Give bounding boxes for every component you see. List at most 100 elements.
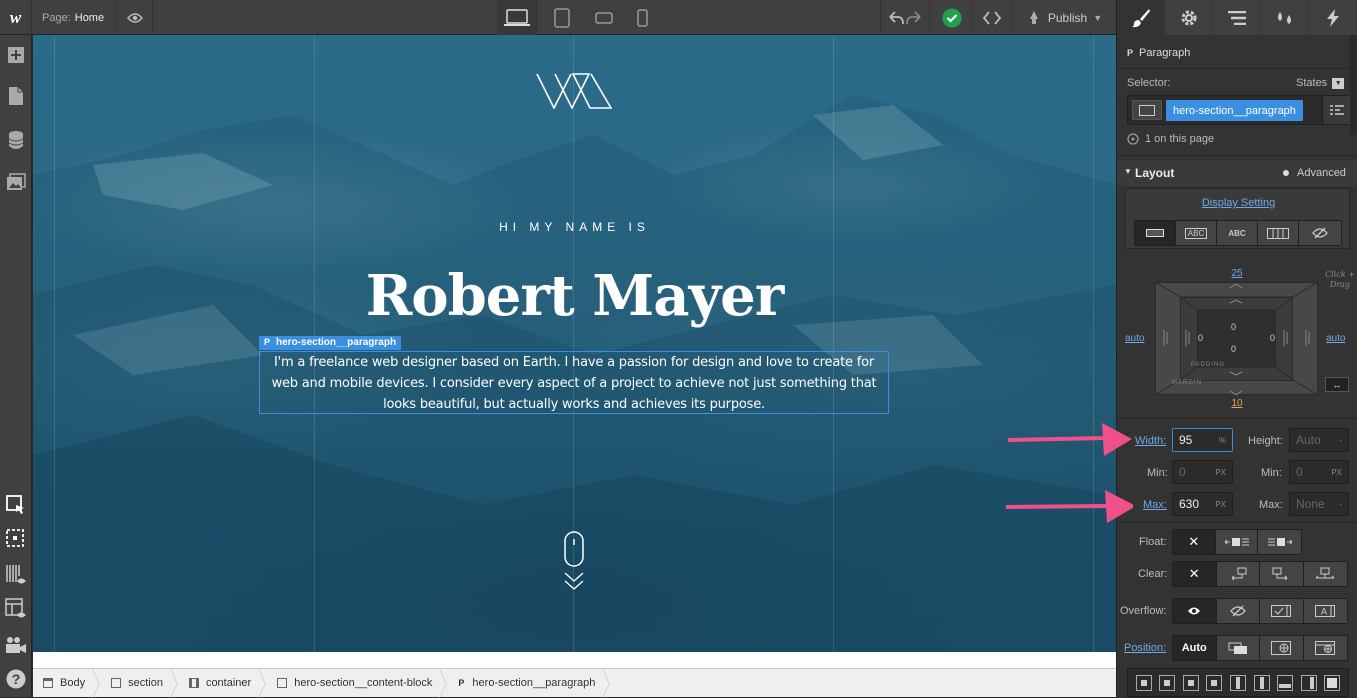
pages-button[interactable]: [0, 80, 32, 112]
margin-left-value[interactable]: auto: [1125, 333, 1144, 344]
hero-paragraph[interactable]: I'm a freelance web designer based on Ea…: [259, 351, 889, 414]
xray-button[interactable]: [0, 523, 32, 555]
float-left-option[interactable]: [1215, 530, 1259, 554]
display-inline-option[interactable]: ABC: [1217, 221, 1258, 245]
video-tutorials-button[interactable]: [0, 629, 32, 661]
position-label[interactable]: Position:: [1124, 642, 1166, 654]
layout-section-header[interactable]: ▼ Layout Advanced: [1117, 160, 1357, 186]
position-relative-option[interactable]: [1216, 636, 1260, 660]
preview-button[interactable]: [117, 0, 153, 35]
select-tool-button[interactable]: [0, 489, 32, 521]
webflow-logo-button[interactable]: w: [0, 0, 32, 35]
clear-both-option[interactable]: [1303, 562, 1347, 586]
assets-button[interactable]: [0, 166, 32, 198]
position-absolute-option[interactable]: [1260, 636, 1304, 660]
max-height-unit[interactable]: -: [1339, 500, 1342, 509]
design-canvas[interactable]: HI MY NAME IS Robert Mayer P hero-sectio…: [33, 35, 1116, 652]
breadcrumb-item-section[interactable]: section: [101, 668, 179, 698]
margin-right-value[interactable]: auto: [1326, 333, 1345, 344]
min-width-unit[interactable]: PX: [1215, 468, 1226, 477]
tab-navigator[interactable]: [1213, 0, 1261, 35]
tab-symbols[interactable]: [1261, 0, 1309, 35]
float-right-option[interactable]: [1258, 530, 1301, 554]
display-flex-option[interactable]: [1258, 221, 1299, 245]
anchor-full-icon[interactable]: [1324, 674, 1341, 691]
guides-toggle-button[interactable]: [0, 559, 32, 591]
anchor-top-icon[interactable]: [1159, 674, 1176, 691]
element-state-button[interactable]: [1132, 100, 1162, 120]
tab-style[interactable]: [1117, 0, 1165, 35]
tablet-view-button[interactable]: [542, 0, 582, 35]
undo-redo-buttons[interactable]: [880, 0, 930, 35]
max-height-input[interactable]: None -: [1289, 492, 1349, 516]
desktop-view-button[interactable]: [497, 0, 537, 35]
display-none-option[interactable]: [1299, 221, 1341, 245]
breadcrumb-item-paragraph[interactable]: P hero-section__paragraph: [448, 668, 612, 698]
page-selector[interactable]: Page: Home: [32, 0, 117, 35]
breadcrumb-item-container[interactable]: container: [179, 668, 268, 698]
anchor-center-column-icon[interactable]: [1253, 674, 1270, 691]
max-width-input[interactable]: 630 PX: [1172, 492, 1233, 516]
publish-status-button[interactable]: [932, 0, 972, 35]
min-height-unit[interactable]: PX: [1331, 468, 1342, 477]
padding-right-value[interactable]: 0: [1270, 333, 1275, 343]
mobile-landscape-button[interactable]: [584, 0, 624, 35]
overflow-scroll-option[interactable]: [1260, 599, 1304, 623]
display-setting-label[interactable]: Display Setting: [1126, 197, 1351, 209]
anchor-left-column-icon[interactable]: [1229, 674, 1246, 691]
anchor-top-left-icon[interactable]: [1135, 674, 1152, 691]
height-unit[interactable]: -: [1339, 436, 1342, 445]
clear-none-option[interactable]: ✕: [1173, 562, 1217, 586]
max-width-unit[interactable]: PX: [1215, 500, 1226, 509]
padding-top-value[interactable]: 0: [1231, 322, 1236, 332]
anchor-bottom-row-icon[interactable]: [1277, 674, 1294, 691]
help-button[interactable]: ?: [0, 663, 32, 695]
states-dropdown[interactable]: States ▼: [1296, 77, 1345, 89]
cms-button[interactable]: [0, 124, 32, 156]
add-element-button[interactable]: [0, 39, 32, 71]
display-block-option[interactable]: [1135, 221, 1176, 245]
tab-settings[interactable]: [1165, 0, 1213, 35]
anchor-right-column-icon[interactable]: [1300, 674, 1317, 691]
box-model-options-button[interactable]: ↔: [1325, 377, 1349, 392]
box-model-diagram[interactable]: [1155, 282, 1318, 395]
scroll-down-icon[interactable]: [563, 531, 585, 593]
margin-top-value[interactable]: 25: [1227, 268, 1247, 279]
margin-bottom-value[interactable]: 10: [1227, 398, 1247, 409]
advanced-label[interactable]: Advanced: [1297, 167, 1346, 179]
overflow-auto-option[interactable]: A: [1303, 599, 1347, 623]
selector-field[interactable]: hero-section__paragraph: [1127, 95, 1350, 125]
position-auto-option[interactable]: Auto: [1173, 636, 1217, 660]
width-unit[interactable]: %: [1219, 436, 1226, 445]
publish-button[interactable]: Publish ▼: [1012, 0, 1116, 35]
code-export-button[interactable]: [972, 0, 1012, 35]
position-fixed-option[interactable]: [1303, 636, 1347, 660]
overflow-hidden-option[interactable]: [1216, 599, 1260, 623]
panel-scrollbar[interactable]: [1350, 35, 1357, 135]
tab-interactions[interactable]: [1309, 0, 1357, 35]
min-height-input[interactable]: 0 PX: [1289, 460, 1349, 484]
hero-heading[interactable]: Robert Mayer: [33, 263, 1116, 329]
anchor-top-right-icon[interactable]: [1182, 674, 1199, 691]
padding-left-value[interactable]: 0: [1198, 333, 1203, 343]
breadcrumb-item-body[interactable]: Body: [33, 668, 102, 698]
padding-bottom-value[interactable]: 0: [1231, 344, 1236, 354]
selector-class-tag[interactable]: hero-section__paragraph: [1166, 100, 1303, 121]
hero-eyebrow[interactable]: HI MY NAME IS: [33, 220, 1116, 234]
anchor-right-icon[interactable]: [1206, 674, 1223, 691]
display-inline-block-option[interactable]: ABC: [1176, 221, 1217, 245]
selector-options-button[interactable]: [1322, 96, 1350, 124]
width-label[interactable]: Width:: [1135, 435, 1166, 447]
height-input[interactable]: Auto -: [1289, 428, 1349, 452]
overflow-visible-option[interactable]: [1173, 599, 1217, 623]
clear-left-option[interactable]: [1216, 562, 1260, 586]
breadcrumb-item-content-block[interactable]: hero-section__content-block: [267, 668, 449, 698]
mobile-portrait-button[interactable]: [624, 0, 660, 35]
advanced-toggle-dot-icon[interactable]: [1283, 170, 1289, 176]
min-width-input[interactable]: 0 PX: [1172, 460, 1233, 484]
width-input[interactable]: 95 %: [1172, 428, 1233, 452]
clear-right-option[interactable]: [1260, 562, 1304, 586]
preview-layout-button[interactable]: [0, 593, 32, 625]
float-none-option[interactable]: ✕: [1173, 530, 1216, 554]
max-width-label[interactable]: Max:: [1143, 499, 1167, 511]
